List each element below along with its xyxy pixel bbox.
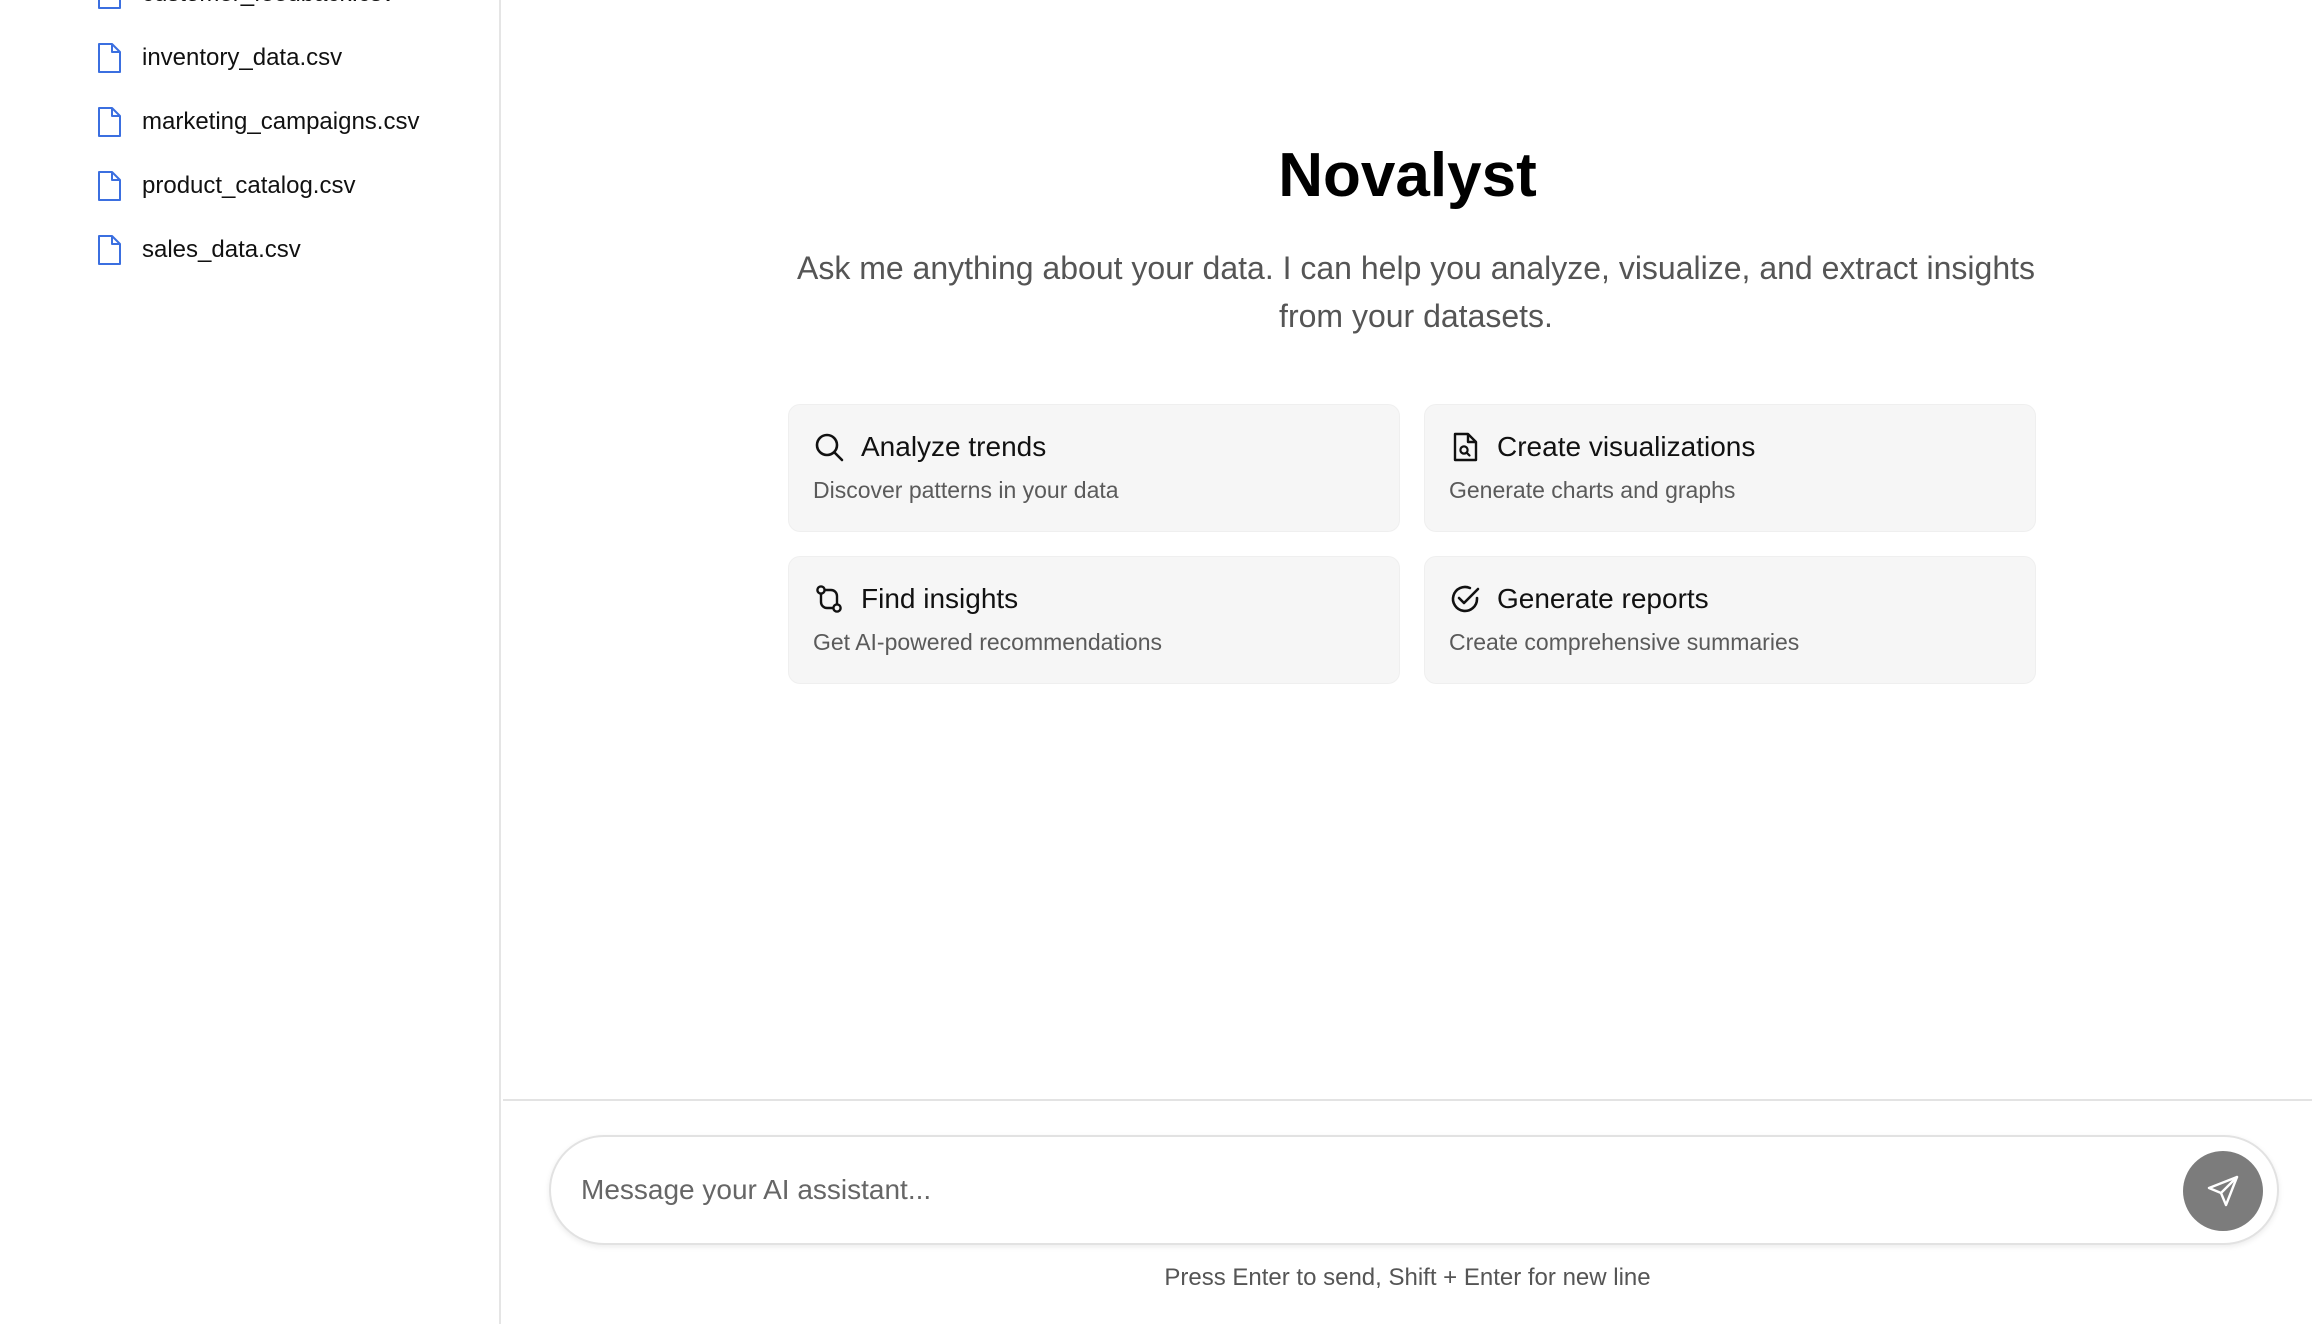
suggestion-card-create-visualizations[interactable]: Create visualizations Generate charts an… bbox=[1424, 404, 2036, 532]
file-search-icon bbox=[1453, 432, 1478, 462]
search-icon bbox=[815, 433, 844, 462]
file-name: marketing_campaigns.csv bbox=[142, 108, 420, 135]
card-title: Find insights bbox=[861, 583, 1019, 614]
card-title: Generate reports bbox=[1497, 583, 1709, 614]
card-description: Generate charts and graphs bbox=[1449, 477, 1736, 503]
message-input[interactable] bbox=[581, 1137, 2161, 1243]
suggestion-card-analyze-trends[interactable]: Analyze trends Discover patterns in your… bbox=[788, 404, 1400, 532]
card-title: Create visualizations bbox=[1497, 431, 1756, 462]
check-circle-icon bbox=[1451, 585, 1480, 613]
git-compare-icon bbox=[816, 585, 842, 613]
send-icon bbox=[2207, 1175, 2239, 1207]
file-item-marketing-campaigns[interactable]: marketing_campaigns.csv bbox=[0, 90, 499, 154]
suggestion-cards: Analyze trends Discover patterns in your… bbox=[788, 404, 2038, 684]
composer-hint: Press Enter to send, Shift + Enter for n… bbox=[1164, 1264, 1651, 1291]
file-item-sales-data[interactable]: sales_data.csv bbox=[0, 218, 499, 282]
welcome-subtitle: Ask me anything about your data. I can h… bbox=[796, 250, 2036, 334]
file-name: customer_feedback.csv bbox=[142, 0, 394, 8]
app-title: Novalyst bbox=[1278, 141, 1537, 210]
file-sidebar: customer_feedback.csv inventory_data.csv… bbox=[0, 0, 501, 1324]
file-icon bbox=[98, 0, 121, 9]
app-window: customer_feedback.csv inventory_data.csv… bbox=[0, 0, 2312, 1324]
file-list: customer_feedback.csv inventory_data.csv… bbox=[0, 0, 499, 282]
file-item-inventory-data[interactable]: inventory_data.csv bbox=[0, 26, 499, 90]
file-icon bbox=[98, 171, 121, 201]
message-composer: Press Enter to send, Shift + Enter for n… bbox=[503, 1099, 2312, 1324]
file-icon bbox=[98, 235, 121, 265]
card-description: Discover patterns in your data bbox=[813, 477, 1119, 503]
send-button[interactable] bbox=[2183, 1151, 2263, 1231]
file-name: product_catalog.csv bbox=[142, 172, 356, 199]
file-icon bbox=[98, 107, 121, 137]
file-icon bbox=[98, 43, 121, 73]
file-name: inventory_data.csv bbox=[142, 44, 343, 71]
suggestion-card-find-insights[interactable]: Find insights Get AI-powered recommendat… bbox=[788, 556, 1400, 684]
card-title: Analyze trends bbox=[861, 431, 1047, 462]
message-input-container bbox=[549, 1135, 2279, 1245]
chat-main: Novalyst Ask me anything about your data… bbox=[503, 0, 2312, 1324]
card-description: Create comprehensive summaries bbox=[1449, 629, 1800, 655]
suggestion-card-generate-reports[interactable]: Generate reports Create comprehensive su… bbox=[1424, 556, 2036, 684]
file-item-product-catalog[interactable]: product_catalog.csv bbox=[0, 154, 499, 218]
file-item-customer-feedback[interactable]: customer_feedback.csv bbox=[0, 0, 499, 26]
file-name: sales_data.csv bbox=[142, 236, 301, 263]
card-description: Get AI-powered recommendations bbox=[813, 629, 1163, 655]
